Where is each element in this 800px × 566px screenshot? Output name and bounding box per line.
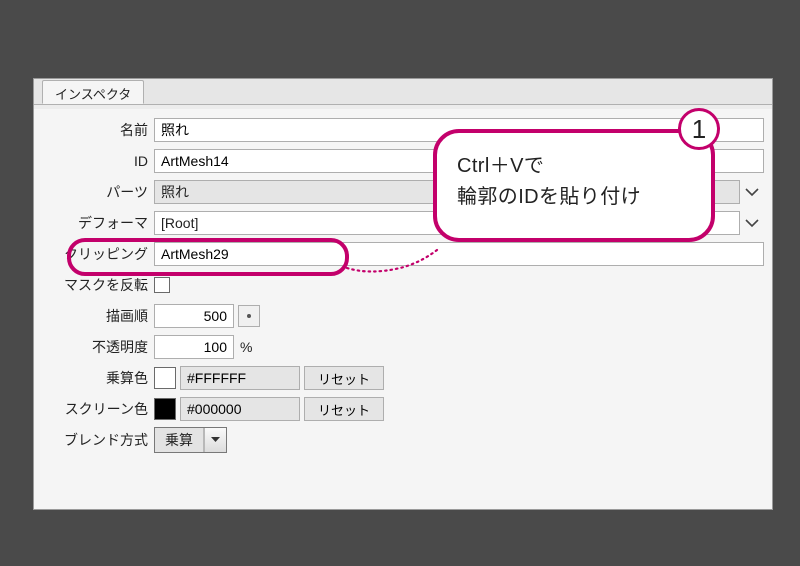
annotation-badge: 1 [678,108,720,150]
label-screen-color: スクリーン色 [34,399,154,419]
chevron-down-icon[interactable] [740,180,764,204]
label-blend-mode: ブレンド方式 [34,430,154,450]
screen-reset-button[interactable]: リセット [304,397,384,421]
annotation-line2: 輪郭のIDを貼り付け [457,182,691,213]
tab-inspector[interactable]: インスペクタ [42,80,144,104]
label-id: ID [34,153,154,169]
blend-mode-dropdown[interactable]: 乗算 [154,427,227,453]
mask-invert-checkbox[interactable] [154,277,170,293]
dot-icon [247,314,251,318]
annotation-callout: Ctrl＋Vで 輪郭のIDを貼り付け [433,129,715,242]
multiply-reset-button[interactable]: リセット [304,366,384,390]
row-opacity: 不透明度 % [34,332,772,362]
chevron-down-icon[interactable] [740,211,764,235]
multiply-hex-input[interactable] [180,366,300,390]
row-draw-order: 描画順 [34,301,772,331]
blend-mode-value: 乗算 [155,428,204,452]
row-screen-color: スクリーン色 リセット [34,394,772,424]
row-clipping: クリッピング [34,239,772,269]
draw-order-extra-button[interactable] [238,305,260,327]
draw-order-input[interactable] [154,304,234,328]
opacity-input[interactable] [154,335,234,359]
opacity-unit: % [240,339,252,355]
label-deformer: デフォーマ [34,213,154,233]
row-multiply-color: 乗算色 リセット [34,363,772,393]
clipping-input[interactable] [154,242,764,266]
label-name: 名前 [34,120,154,140]
label-multiply-color: 乗算色 [34,368,154,388]
row-blend-mode: ブレンド方式 乗算 [34,425,772,455]
tab-bar: インスペクタ [34,79,772,105]
label-mask-invert: マスクを反転 [34,275,154,295]
multiply-swatch[interactable] [154,367,176,389]
label-draw-order: 描画順 [34,306,154,326]
screen-swatch[interactable] [154,398,176,420]
label-parts: パーツ [34,182,154,202]
screen-hex-input[interactable] [180,397,300,421]
label-clipping: クリッピング [34,244,154,264]
chevron-down-icon[interactable] [204,428,226,452]
annotation-line1: Ctrl＋Vで [457,151,691,182]
label-opacity: 不透明度 [34,337,154,357]
row-mask-invert: マスクを反転 [34,270,772,300]
